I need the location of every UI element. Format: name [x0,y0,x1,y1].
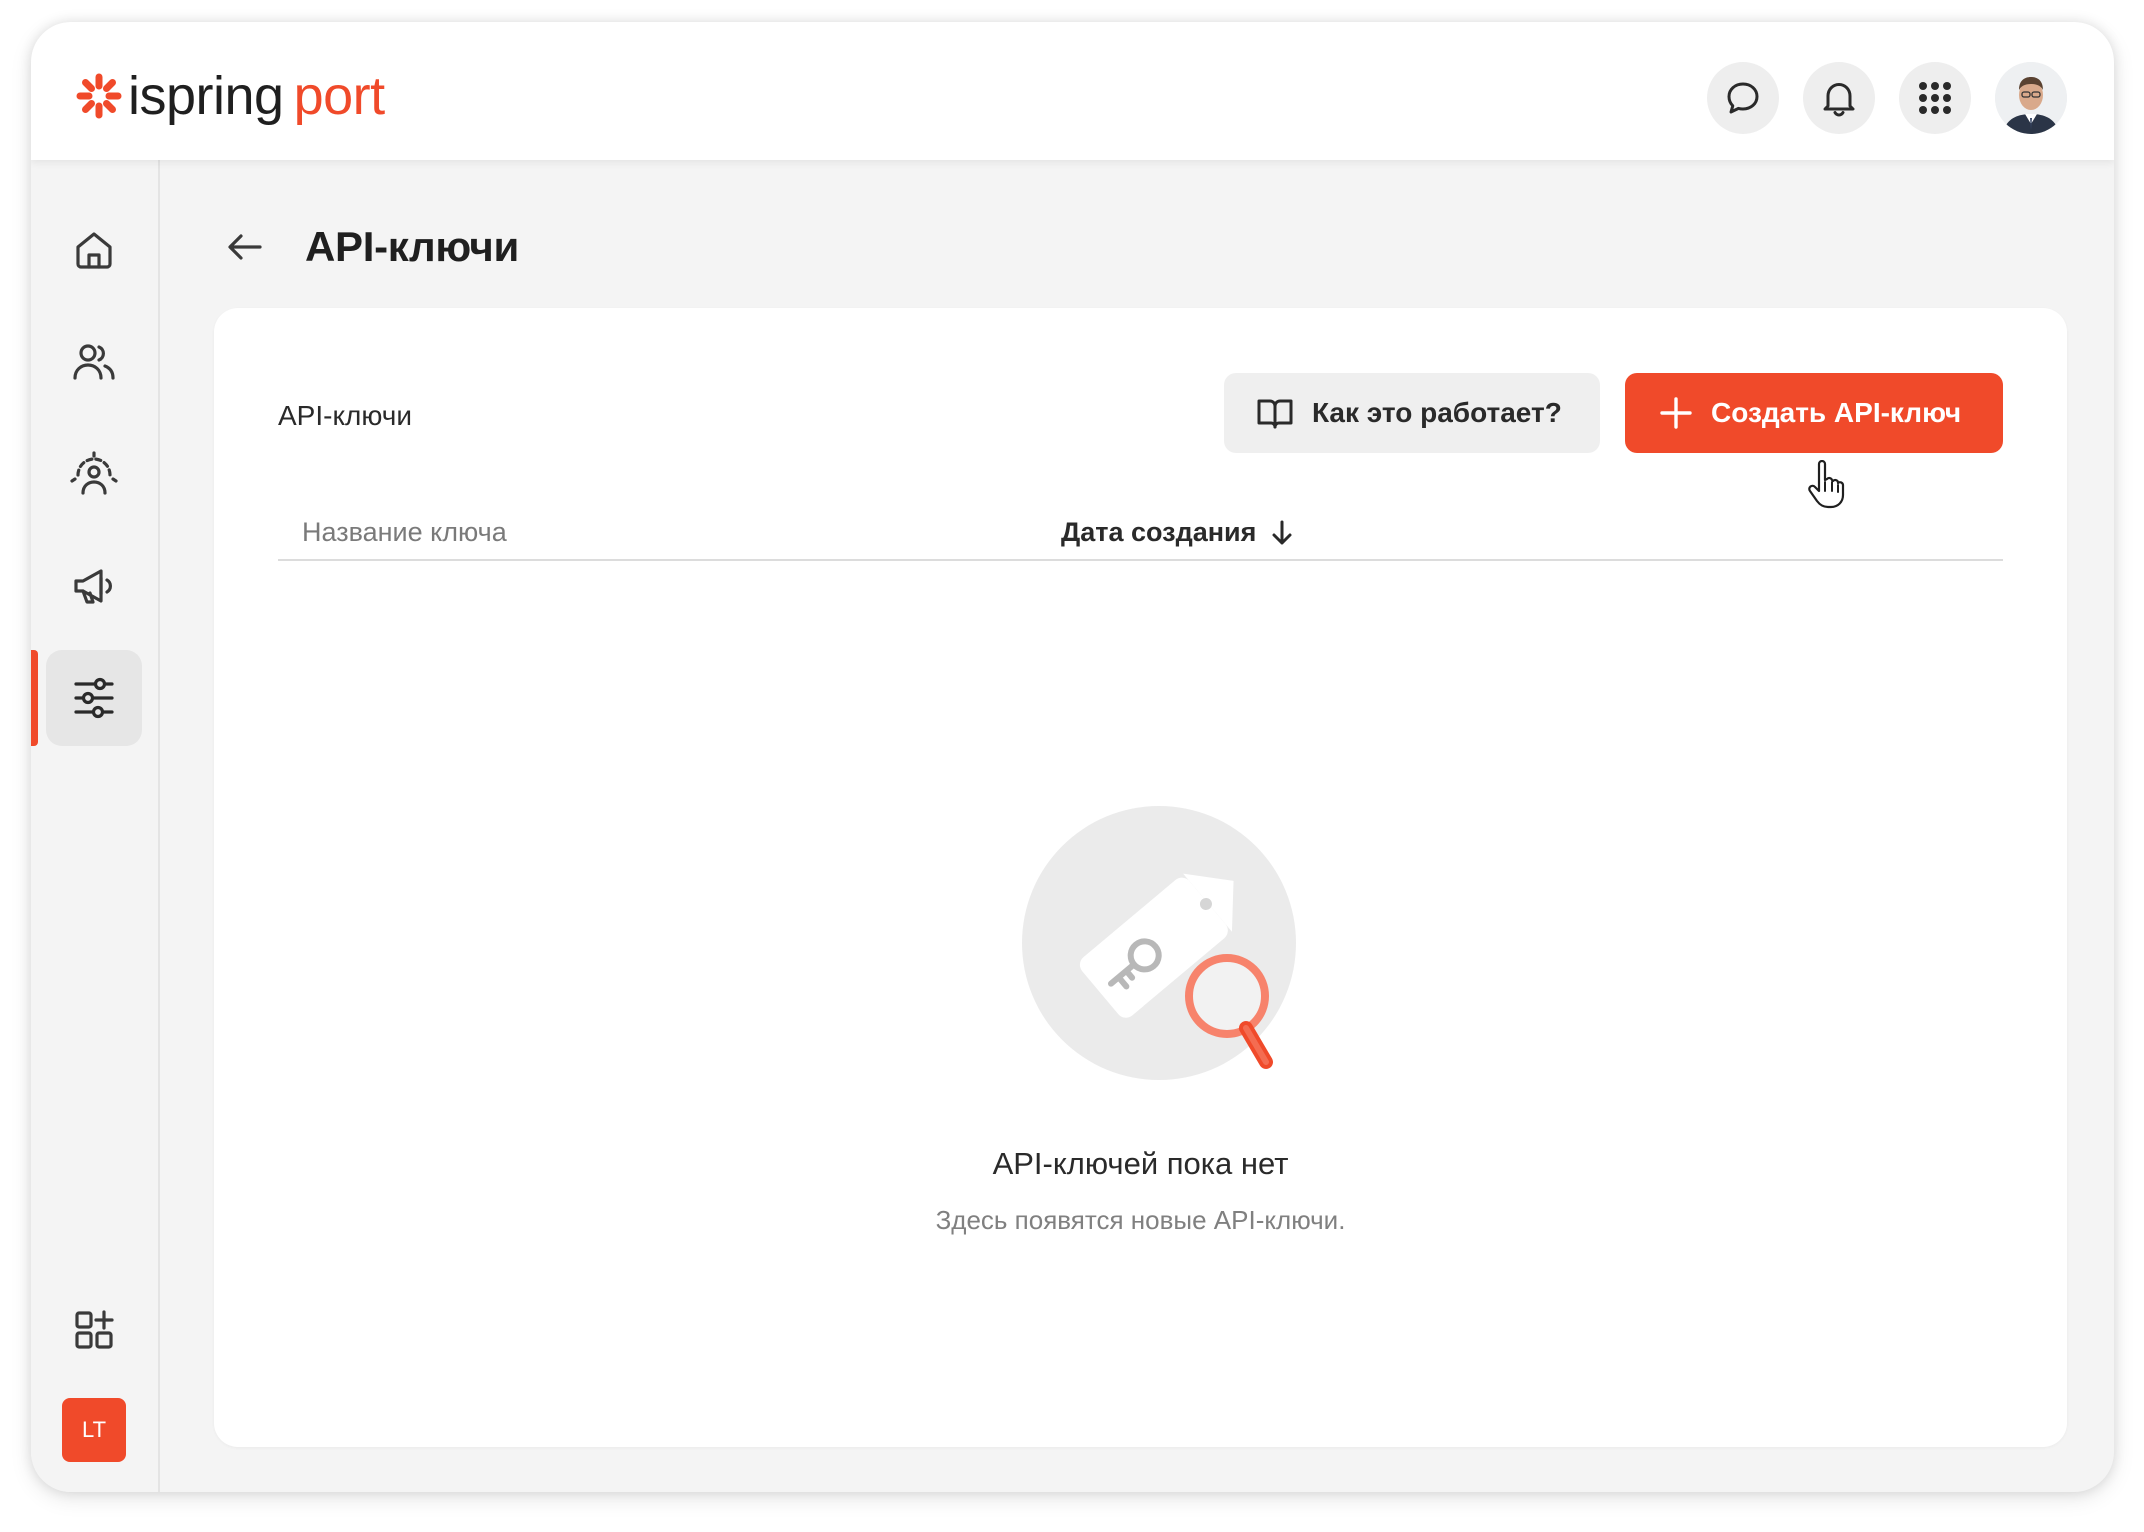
bell-icon [1823,83,1855,117]
arrow-left-icon [228,234,262,260]
create-api-key-button[interactable]: Создать API-ключ [1625,373,2003,453]
ispring-logo-icon [76,73,122,119]
page-header: API-ключи [215,217,519,277]
back-button[interactable] [215,217,275,277]
card-label: API-ключи [278,400,412,431]
sidebar-item-announcements[interactable] [46,538,142,634]
sidebar-item-user-settings[interactable] [46,426,142,522]
sliders-icon [74,677,114,719]
chat-icon [1727,82,1759,114]
top-bar: ispring port [31,22,2114,160]
column-header-name[interactable]: Название ключа [302,517,507,548]
brand-name: ispring [128,66,284,126]
empty-state-title: API-ключей пока нет [992,1146,1289,1181]
workspace-badge[interactable]: LT [62,1398,126,1462]
active-indicator [31,650,38,746]
home-icon [76,232,112,269]
apps-button[interactable] [1899,62,1971,134]
content-card: API-ключи Как это работает? Создать API-… [214,308,2067,1447]
empty-state-subtitle: Здесь появятся новые API-ключи. [935,1205,1346,1235]
brand-product: port [293,66,386,126]
book-icon [1257,399,1293,429]
create-api-key-label: Создать API-ключ [1711,397,1962,428]
sidebar-item-home[interactable] [46,202,142,298]
plus-icon [1660,397,1692,429]
app-window: ispring port LT API-ключи API-ключи Как … [31,22,2114,1492]
sidebar-item-settings[interactable] [46,650,142,746]
user-settings-icon [70,451,118,495]
user-photo [1995,62,2067,134]
table-header: Название ключа Дата создания [278,503,2003,561]
top-actions [1707,62,2067,134]
users-icon [73,344,115,380]
sidebar-item-add-widget[interactable] [46,1282,142,1378]
add-widget-icon [75,1310,114,1349]
apps-grid-icon [1919,82,1951,114]
sidebar-item-users[interactable] [46,314,142,410]
logo[interactable]: ispring port [76,66,385,126]
how-it-works-button[interactable]: Как это работает? [1224,373,1600,453]
column-header-date-label: Дата создания [1061,517,1257,547]
user-avatar[interactable] [1995,62,2067,134]
sidebar: LT [31,160,160,1492]
page-title: API-ключи [305,223,519,270]
column-header-date[interactable]: Дата создания [1061,517,1294,548]
arrow-down-icon [1272,520,1292,544]
empty-key-search-illustration [1022,806,1296,1080]
how-it-works-label: Как это работает? [1312,397,1562,428]
megaphone-icon [74,569,112,604]
chat-button[interactable] [1707,62,1779,134]
notifications-button[interactable] [1803,62,1875,134]
